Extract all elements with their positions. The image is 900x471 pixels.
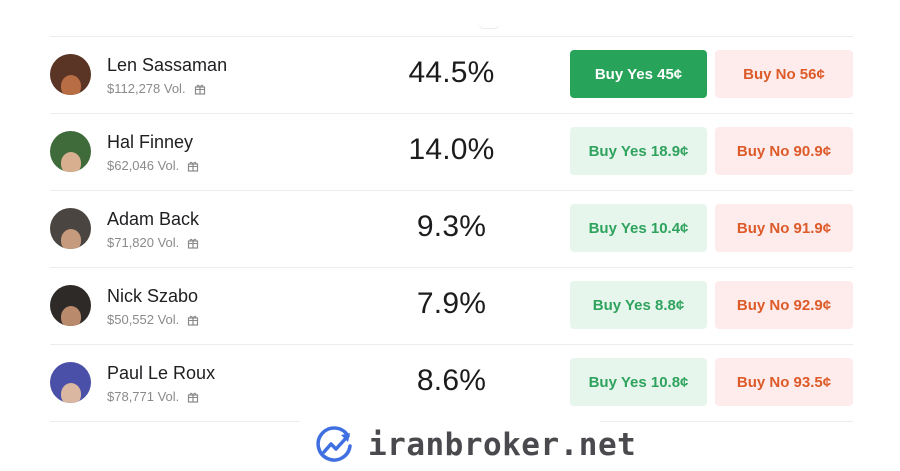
avatar (50, 131, 91, 172)
buy-no-button[interactable]: Buy No 91.9¢ (715, 204, 853, 252)
volume-label: $62,046 Vol. (107, 158, 180, 173)
buy-yes-button[interactable]: Buy Yes 45¢ (570, 50, 707, 98)
candidate-name[interactable]: Nick Szabo (107, 286, 198, 307)
volume-label: $78,771 Vol. (107, 389, 180, 404)
volume-info: $50,552 Vol. (107, 312, 199, 327)
watermark-logo: iranbroker.net (300, 415, 636, 471)
buy-no-button[interactable]: Buy No 93.5¢ (715, 358, 853, 406)
gift-icon[interactable] (187, 391, 199, 403)
buy-yes-button[interactable]: Buy Yes 18.9¢ (570, 127, 707, 175)
volume-info: $112,278 Vol. (107, 81, 206, 96)
candidate-name[interactable]: Hal Finney (107, 132, 193, 153)
buy-yes-button[interactable]: Buy Yes 10.8¢ (570, 358, 707, 406)
avatar (50, 285, 91, 326)
probability: 7.9% (416, 287, 487, 320)
probability: 44.5% (408, 56, 495, 89)
probability: 8.6% (416, 364, 487, 397)
buy-no-button[interactable]: Buy No 56¢ (715, 50, 853, 98)
volume-info: $71,820 Vol. (107, 235, 199, 250)
avatar (50, 208, 91, 249)
market-row: Len Sassaman $112,278 Vol. 44.5% Buy Yes… (50, 36, 853, 113)
buy-no-button[interactable]: Buy No 92.9¢ (715, 281, 853, 329)
probability: 9.3% (416, 210, 487, 243)
market-row: Paul Le Roux $78,771 Vol. 8.6% Buy Yes 1… (50, 344, 853, 422)
market-row: Hal Finney $62,046 Vol. 14.0% Buy Yes 18… (50, 113, 853, 190)
market-list: Len Sassaman $112,278 Vol. 44.5% Buy Yes… (50, 36, 853, 422)
volume-label: $71,820 Vol. (107, 235, 180, 250)
volume-info: $78,771 Vol. (107, 389, 199, 404)
gift-icon[interactable] (187, 237, 199, 249)
volume-info: $62,046 Vol. (107, 158, 199, 173)
candidate-name[interactable]: Len Sassaman (107, 55, 227, 76)
buy-yes-button[interactable]: Buy Yes 10.4¢ (570, 204, 707, 252)
avatar (50, 54, 91, 95)
avatar (50, 362, 91, 403)
watermark-text: iranbroker.net (368, 427, 637, 463)
volume-label: $112,278 Vol. (107, 81, 186, 96)
gift-icon[interactable] (194, 83, 206, 95)
volume-label: $50,552 Vol. (107, 312, 180, 327)
top-divider-notch (478, 18, 500, 29)
candidate-name[interactable]: Paul Le Roux (107, 363, 215, 384)
gift-icon[interactable] (187, 160, 199, 172)
market-row: Adam Back $71,820 Vol. 9.3% Buy Yes 10.4… (50, 190, 853, 267)
candidate-name[interactable]: Adam Back (107, 209, 199, 230)
market-row: Nick Szabo $50,552 Vol. 7.9% Buy Yes 8.8… (50, 267, 853, 344)
probability: 14.0% (408, 133, 495, 166)
buy-no-button[interactable]: Buy No 90.9¢ (715, 127, 853, 175)
chart-trend-logo-icon (316, 426, 352, 462)
buy-yes-button[interactable]: Buy Yes 8.8¢ (570, 281, 707, 329)
gift-icon[interactable] (187, 314, 199, 326)
